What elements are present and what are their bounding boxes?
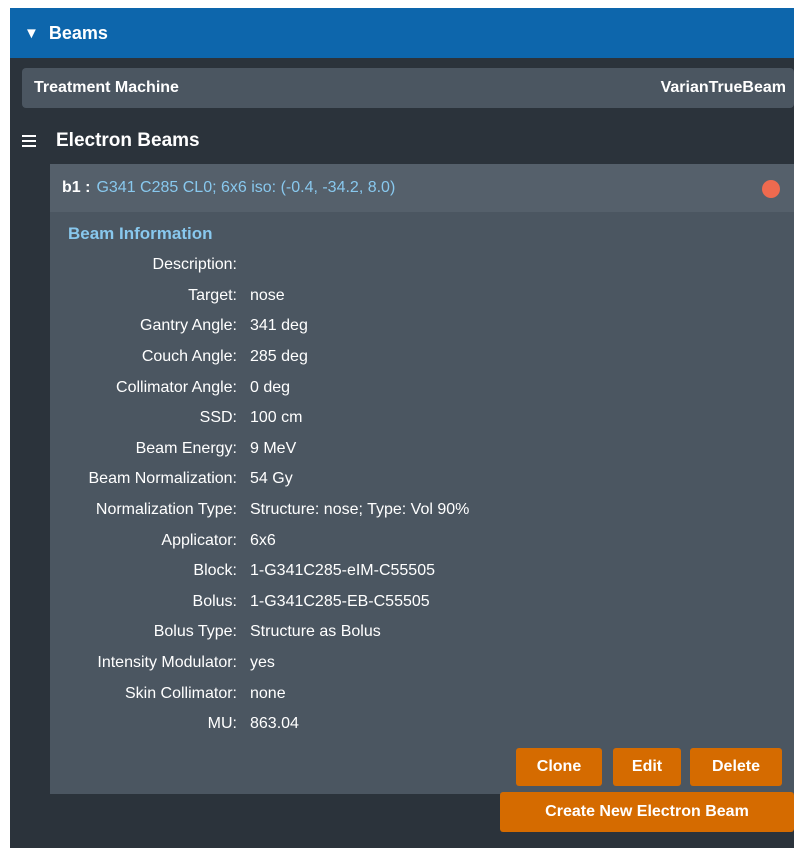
field-row: Block: 1-G341C285-eIM-C55505 xyxy=(50,556,794,587)
section-title: Electron Beams xyxy=(56,130,200,151)
field-value: 54 Gy xyxy=(250,470,293,488)
field-row: Skin Collimator: none xyxy=(50,678,794,709)
hamburger-icon[interactable] xyxy=(22,132,36,150)
field-value: Structure as Bolus xyxy=(250,623,381,641)
beams-panel: ▼ Beams Treatment Machine VarianTrueBeam… xyxy=(10,8,794,848)
field-row: Beam Energy: 9 MeV xyxy=(50,434,794,465)
field-row: Gantry Angle: 341 deg xyxy=(50,311,794,342)
triangle-down-icon[interactable]: ▼ xyxy=(24,25,39,42)
beams-title: Beams xyxy=(48,22,108,43)
field-row: SSD: 100 cm xyxy=(50,403,794,434)
field-value: nose xyxy=(250,286,285,304)
field-value: 863.04 xyxy=(250,715,299,733)
field-value: 1-G341C285-eIM-C55505 xyxy=(250,562,435,580)
field-label: Bolus Type: xyxy=(153,623,237,641)
treatment-machine-row: Treatment Machine VarianTrueBeam xyxy=(22,68,794,108)
field-row: Couch Angle: 285 deg xyxy=(50,342,794,373)
field-row: Description: xyxy=(50,250,794,281)
field-label: Beam Energy: xyxy=(135,439,237,457)
field-row: MU: 863.04 xyxy=(50,709,794,740)
field-label: Applicator: xyxy=(161,531,237,549)
field-label: Collimator Angle: xyxy=(116,378,237,396)
field-label: Block: xyxy=(193,562,237,580)
field-value: none xyxy=(250,684,286,702)
beam-card-header[interactable]: b1 : G341 C285 CL0; 6x6 iso: (-0.4, -34.… xyxy=(50,164,794,212)
field-label: Normalization Type: xyxy=(95,501,237,519)
treatment-machine-value: VarianTrueBeam xyxy=(660,79,786,96)
field-label: SSD: xyxy=(199,409,237,427)
field-value: 285 deg xyxy=(250,348,308,366)
field-label: Intensity Modulator: xyxy=(97,654,237,672)
field-label: Skin Collimator: xyxy=(124,684,237,702)
field-value: 6x6 xyxy=(250,531,276,549)
field-label: Target: xyxy=(188,286,237,304)
field-label: Beam Normalization: xyxy=(88,470,238,488)
field-label: Couch Angle: xyxy=(141,348,237,366)
create-new-electron-beam-button[interactable]: Create New Electron Beam xyxy=(500,792,794,832)
field-label: MU: xyxy=(207,715,237,733)
field-value: 100 cm xyxy=(250,409,303,427)
electron-beams-section: Electron Beams xyxy=(22,124,200,158)
beam-summary: G341 C285 CL0; 6x6 iso: (-0.4, -34.2, 8.… xyxy=(96,179,396,196)
field-row: Normalization Type: Structure: nose; Type… xyxy=(50,495,794,526)
field-row: Beam Normalization: 54 Gy xyxy=(50,464,794,495)
field-row: Applicator: 6x6 xyxy=(50,525,794,556)
field-value: 0 deg xyxy=(250,378,291,396)
clone-button[interactable]: Clone xyxy=(516,748,602,786)
field-label: Bolus: xyxy=(192,592,237,610)
field-value: 9 MeV xyxy=(250,439,297,457)
status-dot-icon xyxy=(762,180,780,198)
treatment-machine-label: Treatment Machine xyxy=(34,79,179,96)
field-label: Gantry Angle: xyxy=(140,317,237,335)
field-row: Bolus Type: Structure as Bolus xyxy=(50,617,794,648)
edit-button[interactable]: Edit xyxy=(613,748,681,786)
field-row: Target: nose xyxy=(50,281,794,312)
delete-button[interactable]: Delete xyxy=(690,748,782,786)
beam-information-title: Beam Information xyxy=(68,224,213,243)
field-label: Description: xyxy=(152,256,237,274)
beam-fields: Description: Target: nose Gantry Angle: 341 … xyxy=(50,250,794,740)
field-value: yes xyxy=(250,654,275,672)
beams-header[interactable]: ▼ Beams xyxy=(10,8,794,58)
beam-id: b1 : xyxy=(62,179,91,196)
field-row: Bolus: 1-G341C285-EB-C55505 xyxy=(50,587,794,618)
field-value: Structure: nose; Type: Vol 90% xyxy=(250,501,470,519)
field-row: Collimator Angle: 0 deg xyxy=(50,372,794,403)
beam-card: b1 : G341 C285 CL0; 6x6 iso: (-0.4, -34.… xyxy=(50,164,794,794)
field-value: 1-G341C285-EB-C55505 xyxy=(250,592,430,610)
field-value: 341 deg xyxy=(250,317,308,335)
field-row: Intensity Modulator: yes xyxy=(50,648,794,679)
